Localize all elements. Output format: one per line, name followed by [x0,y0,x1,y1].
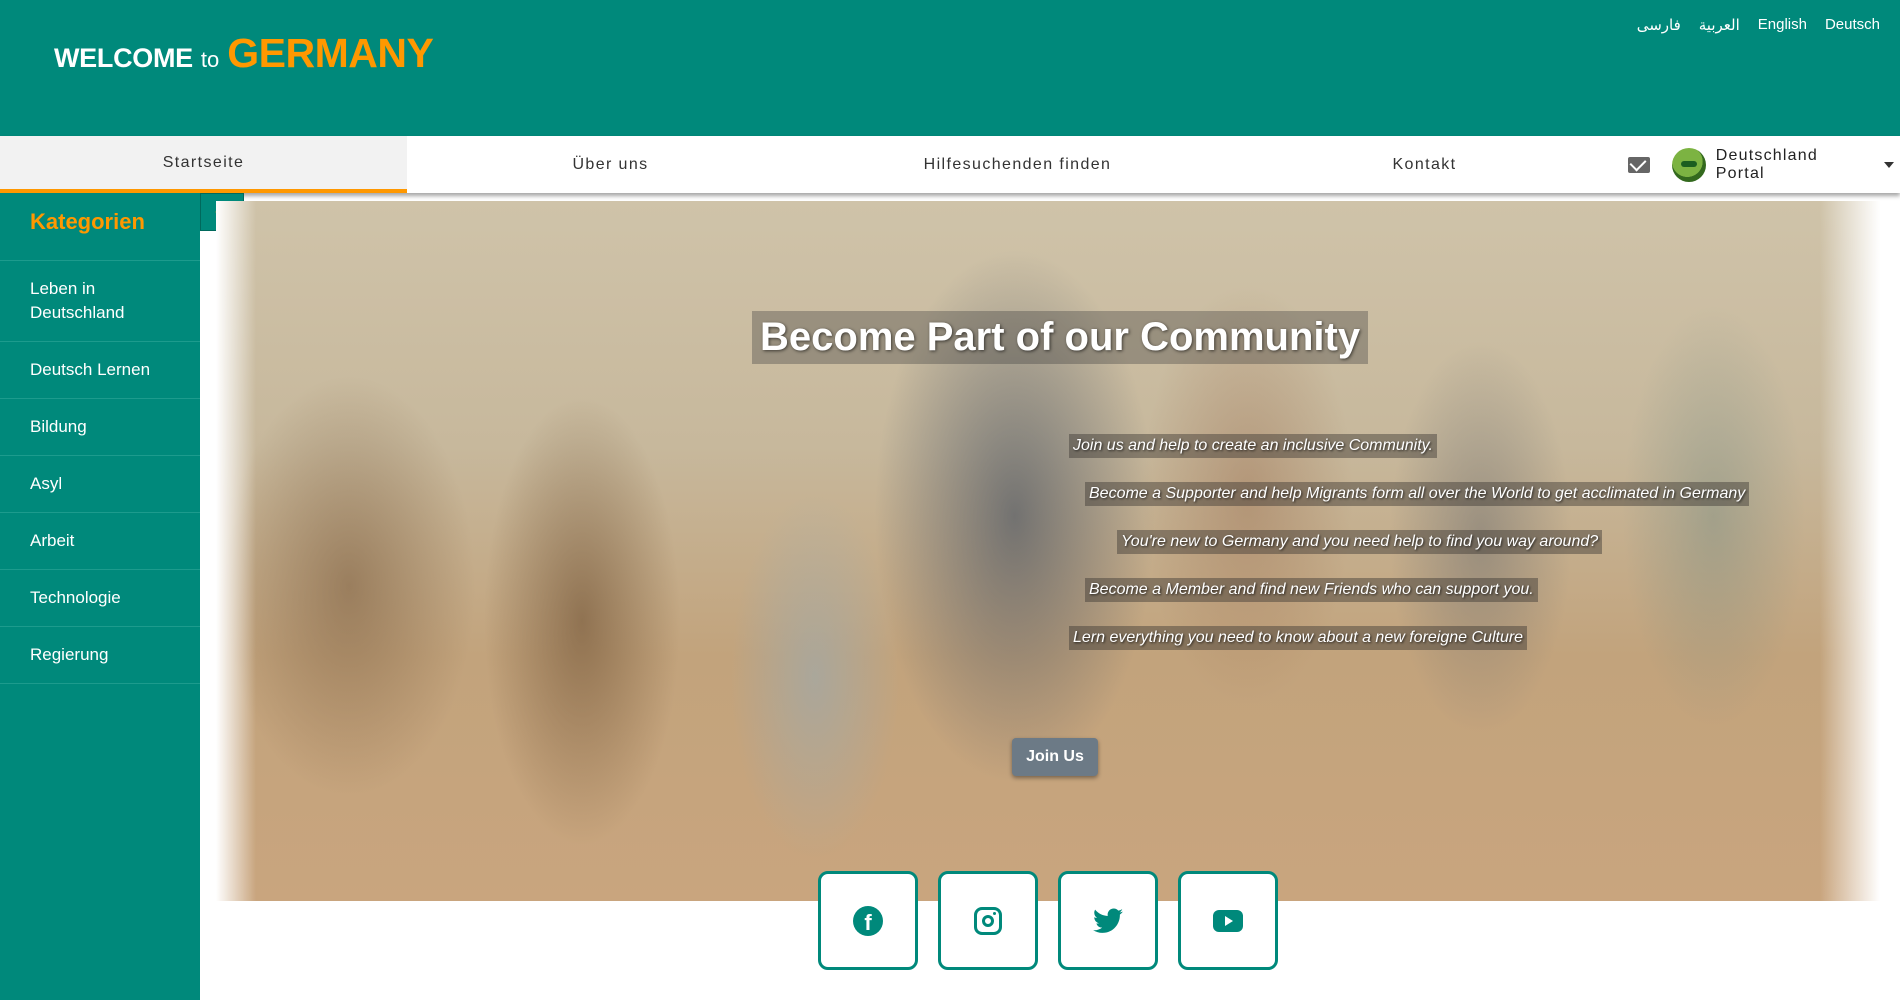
instagram-icon [974,906,1002,935]
main-nav: Startseite Über uns Hilfesuchenden finde… [0,136,1900,193]
lang-english[interactable]: English [1758,16,1807,34]
nav-hilfesuchenden-finden[interactable]: Hilfesuchenden finden [814,136,1221,193]
site-header: WELCOME to GERMANY فارسی العربية English… [0,0,1900,136]
hero-line: Become a Supporter and help Migrants for… [1085,482,1750,506]
nav-user-area: Deutschland Portal [1628,136,1900,193]
sidebar-list: Leben in Deutschland Deutsch Lernen Bild… [0,260,200,684]
mail-icon[interactable] [1628,156,1650,173]
category-sidebar: Kategorien Leben in Deutschland Deutsch … [0,193,200,1000]
twitter-button[interactable] [1058,871,1158,970]
brand-country: GERMANY [227,30,434,76]
facebook-button[interactable]: f [818,871,918,970]
sidebar-title: Kategorien [30,209,145,234]
instagram-button[interactable] [938,871,1038,970]
sidebar-item-leben-in-deutschland[interactable]: Leben in Deutschland [0,261,200,342]
hero-line: Join us and help to create an inclusive … [1069,434,1437,458]
hero-fade-right [1820,201,1880,901]
hero-title: Become Part of our Community [752,311,1369,364]
nav-ueber-uns[interactable]: Über uns [407,136,814,193]
sidebar-item-arbeit[interactable]: Arbeit [0,513,200,570]
hero-banner: Become Part of our Community Join us and… [216,201,1880,901]
twitter-icon [1093,908,1123,933]
youtube-button[interactable] [1178,871,1278,970]
sidebar-item-technologie[interactable]: Technologie [0,570,200,627]
hero-line: You're new to Germany and you need help … [1117,530,1603,554]
sidebar-item-deutsch-lernen[interactable]: Deutsch Lernen [0,342,200,399]
lang-deutsch[interactable]: Deutsch [1825,16,1880,34]
hero-line: Become a Member and find new Friends who… [1085,578,1538,602]
sidebar-item-regierung[interactable]: Regierung [0,627,200,684]
social-links: f [818,871,1278,970]
hero-fade-left [216,201,256,901]
sidebar-item-bildung[interactable]: Bildung [0,399,200,456]
brand-welcome: WELCOME [54,43,193,73]
join-us-button[interactable]: Join Us [1012,738,1098,776]
lang-farsi[interactable]: فارسی [1637,16,1681,34]
sidebar-item-asyl[interactable]: Asyl [0,456,200,513]
youtube-icon [1213,909,1243,932]
language-switcher: فارسی العربية English Deutsch [1637,16,1880,34]
hero-line: Lern everything you need to know about a… [1069,626,1528,650]
caret-down-icon[interactable] [1884,161,1894,168]
lang-arabic[interactable]: العربية [1699,16,1740,34]
nav-kontakt[interactable]: Kontakt [1221,136,1628,193]
site-logo[interactable]: WELCOME to GERMANY [54,30,434,77]
nav-startseite[interactable]: Startseite [0,136,407,193]
portal-dropdown-label[interactable]: Deutschland Portal [1716,147,1872,183]
avatar[interactable] [1671,147,1706,182]
facebook-icon: f [853,905,883,936]
brand-to: to [200,47,220,72]
